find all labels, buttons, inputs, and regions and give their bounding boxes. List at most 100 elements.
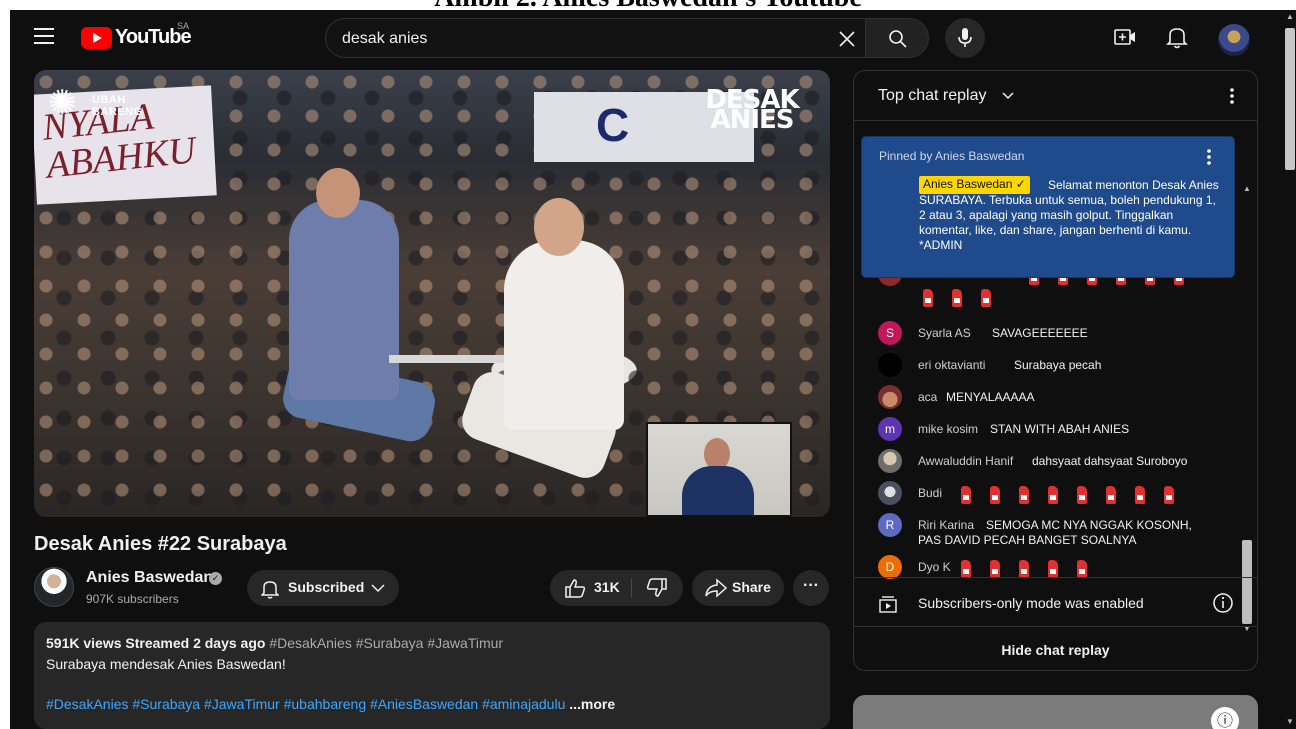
channel-avatar[interactable]: [34, 567, 74, 607]
bell-icon: [1166, 28, 1188, 49]
chat-author: Awwaluddin Hanif: [918, 454, 1014, 468]
search-button[interactable]: [865, 18, 929, 58]
emoji-icon: [1018, 486, 1032, 504]
chat-avatar: S: [878, 321, 902, 345]
chat-avatar: [878, 481, 902, 505]
search-icon: [889, 30, 907, 48]
chat-avatar: D: [878, 555, 902, 579]
like-button[interactable]: 31K: [550, 570, 632, 606]
chevron-down-icon[interactable]: [1000, 88, 1016, 104]
speaker-b: [504, 240, 624, 430]
show-more-link[interactable]: ...more: [569, 696, 615, 712]
subscribers-only-icon: [879, 596, 897, 613]
play-logo-icon: [81, 27, 112, 49]
emoji-icon: [1047, 560, 1061, 578]
thumbs-up-icon: [565, 579, 586, 598]
chat-author: Budi: [918, 486, 943, 500]
emoji-icon: [1047, 486, 1061, 504]
chat-avatar: [878, 449, 902, 473]
chat-text: SAVAGEEEEEEE: [992, 326, 1088, 340]
dislike-button[interactable]: [632, 570, 683, 606]
subscribed-button[interactable]: Subscribed: [247, 570, 399, 606]
emoji-icon: [951, 289, 965, 307]
info-icon[interactable]: ⓘ: [1211, 707, 1239, 729]
stage-table: [389, 355, 509, 363]
chat-author: eri oktavianti: [918, 358, 986, 372]
chat-text: Surabaya pecah: [1014, 358, 1102, 372]
chat-text-continued: PAS DAVID PECAH BANGET SOALNYA: [918, 533, 1137, 547]
emoji-icon: [989, 486, 1003, 504]
document-heading: Ambil 2. Anies Baswedan's Youtube: [0, 0, 1296, 10]
chat-author: Dyo K: [918, 560, 951, 574]
view-stats: 591K views Streamed 2 days ago: [46, 635, 266, 651]
region-code: SA: [177, 21, 190, 31]
pinned-menu-icon[interactable]: [1202, 147, 1216, 167]
chevron-down-icon: [371, 584, 385, 593]
page-scroll-down-icon[interactable]: ▼: [1286, 717, 1294, 726]
subscribed-label: Subscribed: [288, 579, 365, 595]
chat-menu-icon[interactable]: [1222, 86, 1242, 106]
brand-name: UBAH BARENG: [92, 94, 143, 118]
video-player[interactable]: NYALA ABAHKU C ✺ UBAH BARENG DESAK ANIES: [34, 70, 830, 517]
youtube-app: YouTube SA NYALA ABAHKU C: [10, 10, 1296, 729]
channel-name[interactable]: Anies Baswedan: [86, 569, 213, 587]
menu-icon[interactable]: [34, 28, 54, 46]
chat-mode-selector[interactable]: Top chat replay: [878, 87, 987, 105]
like-count: 31K: [594, 579, 620, 595]
ubah-bareng-logo: ✺ UBAH BARENG: [48, 86, 142, 130]
share-icon: [705, 578, 728, 598]
create-button[interactable]: [1112, 24, 1142, 52]
emoji-icon: [1163, 486, 1177, 504]
thumbs-down-icon: [646, 578, 667, 597]
description-hashtags: #DesakAnies #Surabaya #JawaTimur #ubahba…: [46, 696, 615, 712]
emoji-icon: [960, 560, 974, 578]
chat-text: STAN WITH ABAH ANIES: [990, 422, 1130, 436]
chat-text: MENYALAAAAA: [946, 390, 1035, 404]
clear-icon[interactable]: [836, 28, 858, 50]
search-box: [325, 18, 865, 58]
bell-icon: [261, 581, 279, 599]
notice-text: Subscribers-only mode was enabled: [918, 595, 1144, 611]
page-scrollbar[interactable]: [1285, 28, 1295, 170]
emoji-icon: [1076, 560, 1090, 578]
masthead: YouTube SA: [10, 10, 1282, 66]
chat-avatar: m: [878, 417, 902, 441]
video-title: Desak Anies #22 Surabaya: [34, 533, 287, 555]
chat-emoji-row: [960, 486, 1192, 504]
recommendation-card[interactable]: [853, 695, 1258, 729]
chat-author: Syarla AS: [918, 326, 971, 340]
chat-author: mike kosim: [918, 422, 979, 436]
speaker-b-head: [534, 198, 584, 256]
description-box[interactable]: 591K views Streamed 2 days ago #DesakAni…: [34, 622, 830, 729]
emoji-icon: [1134, 486, 1148, 504]
subscriber-count: 907K subscribers: [86, 592, 179, 606]
page-scroll-up-icon[interactable]: ▲: [1286, 12, 1294, 21]
interpreter-body: [682, 466, 754, 515]
emoji-icon: [980, 289, 994, 307]
speaker-a: [289, 200, 399, 400]
hashtag-links[interactable]: #DesakAnies #Surabaya #JawaTimur #ubahba…: [46, 696, 565, 712]
more-actions-button[interactable]: ···: [793, 570, 829, 606]
account-avatar[interactable]: [1218, 24, 1250, 56]
search-input[interactable]: [342, 28, 812, 50]
voice-search-button[interactable]: [945, 18, 985, 58]
emoji-icon: [989, 560, 1003, 578]
info-icon[interactable]: [1211, 591, 1235, 615]
hide-chat-replay-button[interactable]: Hide chat replay: [854, 628, 1257, 670]
emoji-icon: [922, 289, 936, 307]
desak-anies-logo: DESAK ANIES: [705, 85, 799, 135]
chat-emoji-row: [960, 560, 1105, 578]
sign-language-interpreter: [646, 422, 792, 517]
notifications-button[interactable]: [1165, 24, 1193, 52]
description-text: Surabaya mendesak Anies Baswedan!: [46, 656, 286, 672]
inline-hashtags[interactable]: #DesakAnies #Surabaya #JawaTimur: [269, 635, 503, 651]
wall-letter: C: [596, 99, 630, 151]
chat-author: Riri Karina: [918, 518, 975, 532]
pinned-message[interactable]: Pinned by Anies Baswedan Selamat menonto…: [862, 137, 1234, 277]
chat-author: aca: [918, 390, 938, 404]
speaker-a-head: [316, 168, 360, 218]
chat-avatar: [878, 353, 902, 377]
chat-scroll-up-icon[interactable]: ▲: [1243, 184, 1251, 193]
live-chat-panel: Top chat replay Ismul Abdul Kudir S Syar…: [853, 70, 1258, 671]
share-button[interactable]: Share: [692, 570, 784, 606]
